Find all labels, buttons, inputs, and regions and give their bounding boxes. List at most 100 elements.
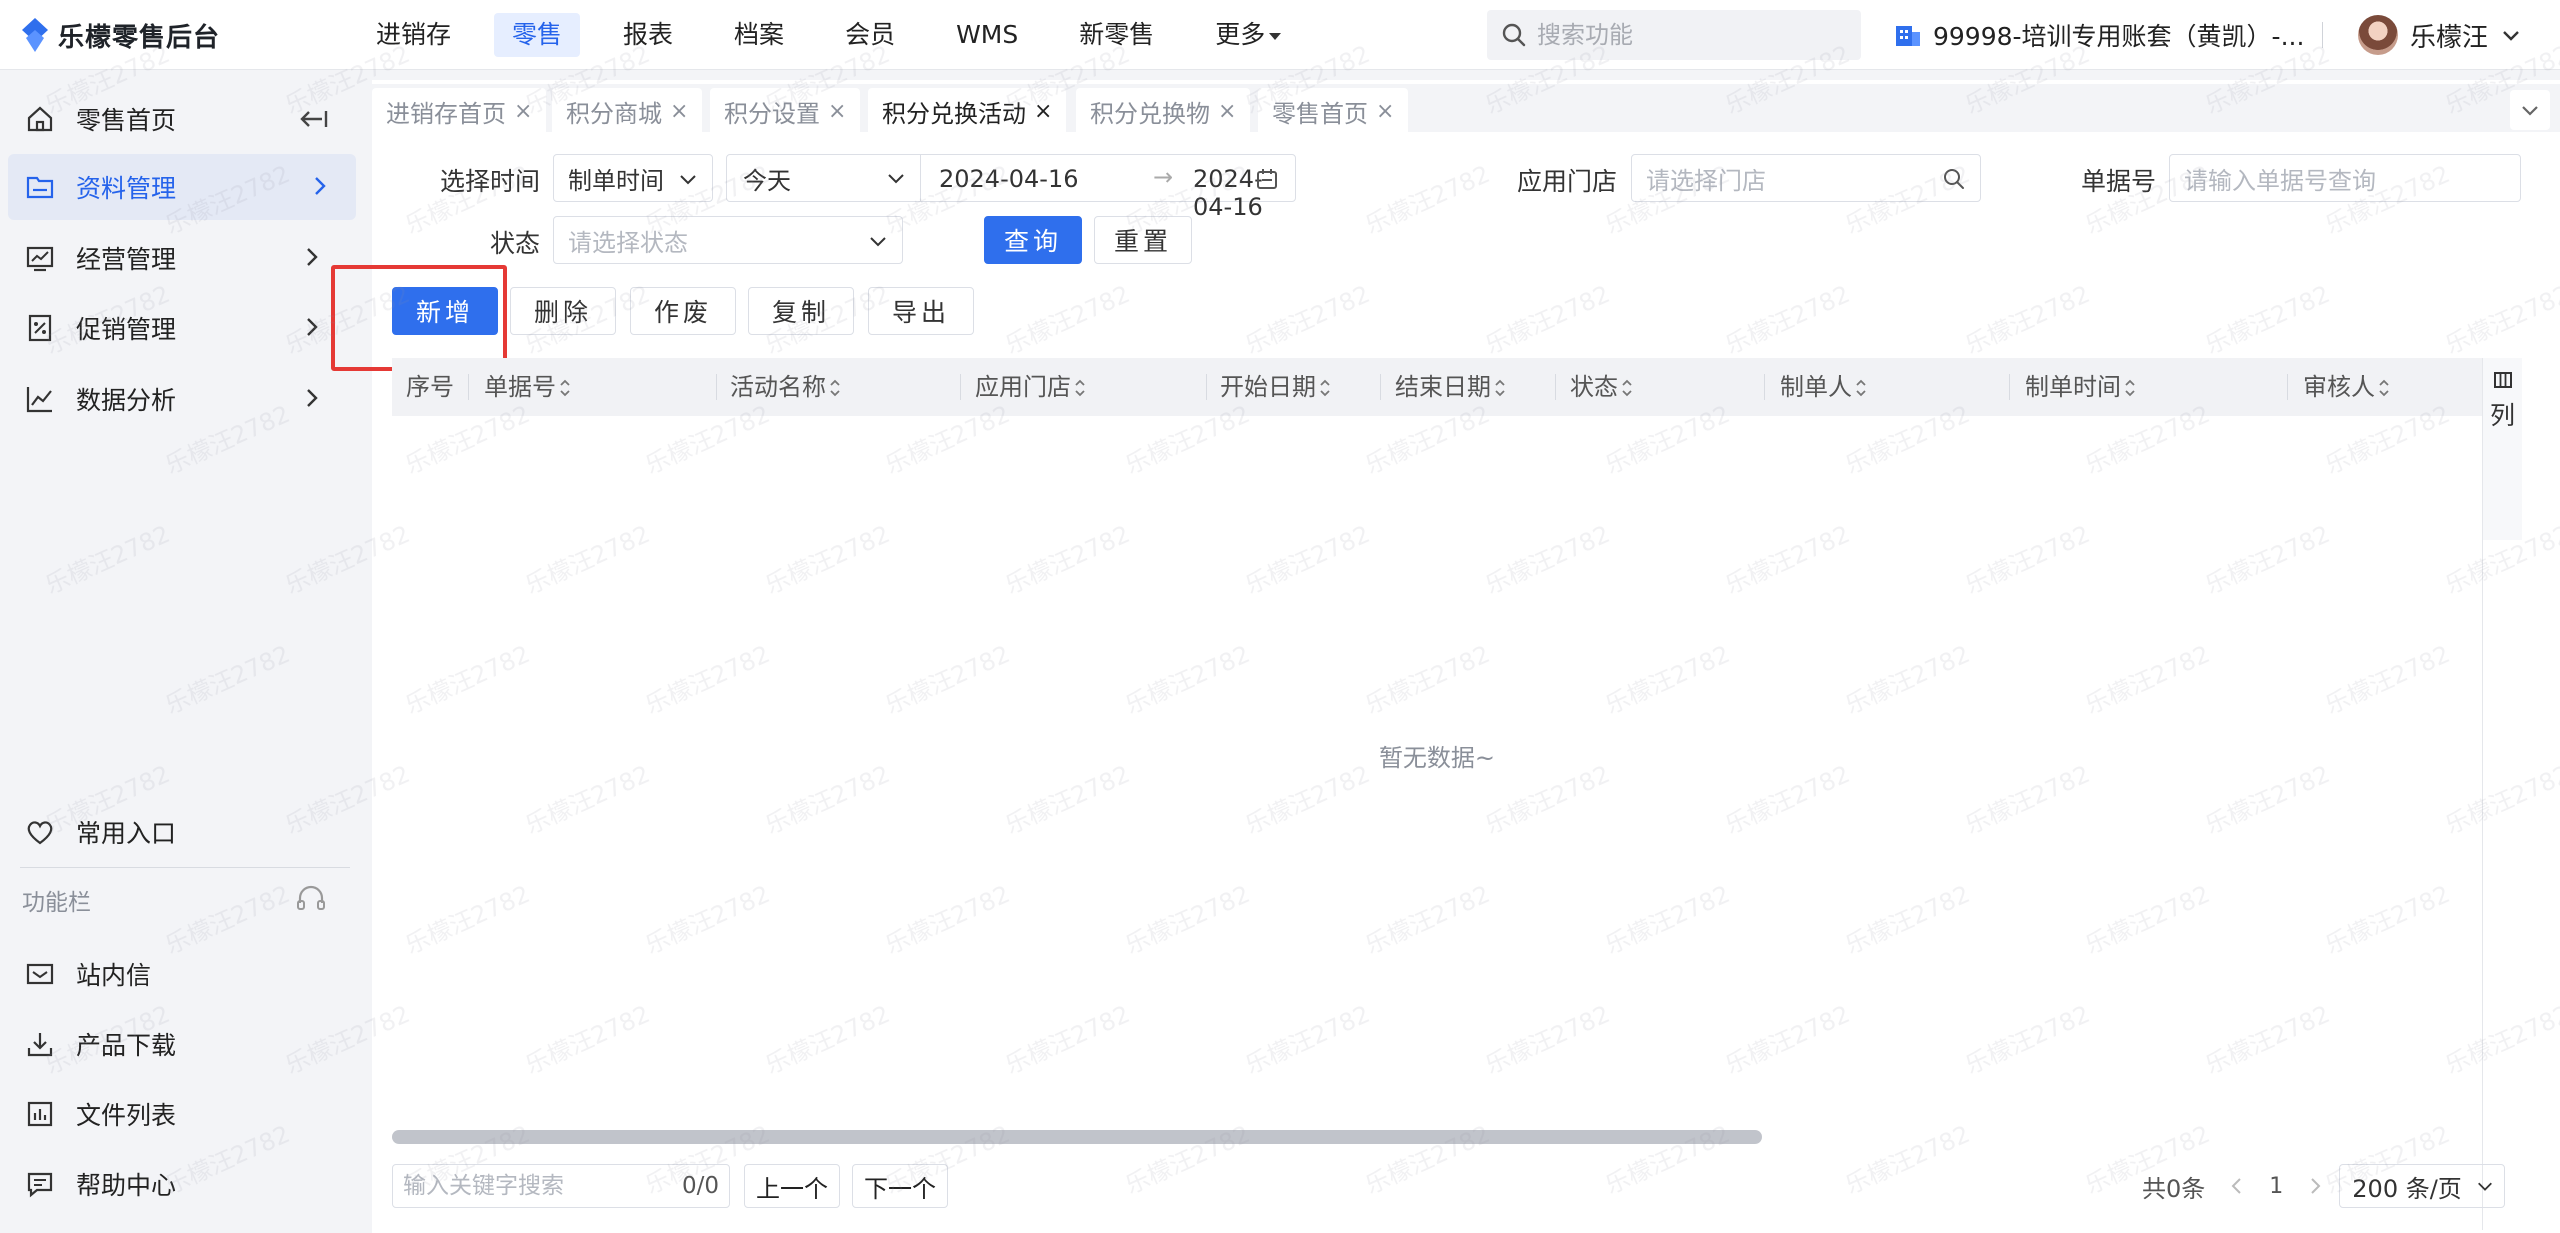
date-end[interactable]: 2024-04-16 <box>1193 165 1295 221</box>
copy-button[interactable]: 复制 <box>748 287 854 335</box>
nav-inventory[interactable]: 进销存 <box>358 13 469 57</box>
sidebar-item-data-analysis[interactable]: 数据分析 <box>0 366 348 432</box>
sidebar-item-business-management[interactable]: 经营管理 <box>0 225 348 291</box>
main-content: 进销存首页 × 积分商城 × 积分设置 × 积分兑换活动 × 积分兑换物 × 零售首页 × … <box>331 80 2560 1233</box>
page-size-select[interactable]: 200 条/页 <box>2339 1164 2506 1208</box>
tab-inventory-home[interactable]: 进销存首页 × <box>372 88 547 134</box>
sidebar-tool-downloads[interactable]: 产品下载 <box>0 1011 348 1077</box>
tab-points-exchange-items[interactable]: 积分兑换物 × <box>1076 88 1251 134</box>
table-right-border <box>2482 540 2483 1230</box>
sort-icon <box>2125 379 2135 397</box>
function-search[interactable] <box>1487 10 1861 60</box>
sidebar-tool-label: 站内信 <box>76 961 152 990</box>
date-start[interactable]: 2024-04-16 <box>939 165 1078 193</box>
reset-button[interactable]: 重置 <box>1094 216 1192 264</box>
headset-icon[interactable] <box>294 883 328 917</box>
nav-archives[interactable]: 档案 <box>716 13 802 57</box>
column-settings-button[interactable]: 列 <box>2482 358 2522 540</box>
date-range-picker[interactable]: 今天 2024-04-16 → 2024-04-16 <box>726 154 1296 221</box>
nav-new-retail[interactable]: 新零售 <box>1061 13 1172 57</box>
close-icon[interactable]: × <box>514 99 532 124</box>
prev-match-button[interactable]: 上一个 <box>744 1164 840 1208</box>
sidebar-item-label: 经营管理 <box>76 245 177 274</box>
nav-members[interactable]: 会员 <box>827 13 913 57</box>
column-label: 制单时间 <box>2025 373 2121 401</box>
column-separator <box>960 374 961 400</box>
sidebar-item-retail-home[interactable]: 零售首页 <box>0 86 348 152</box>
scrollbar-thumb[interactable] <box>392 1130 1762 1144</box>
sidebar-item-label: 促销管理 <box>76 315 177 344</box>
nav-more[interactable]: 更多 <box>1197 13 1299 57</box>
column-header-store[interactable]: 应用门店 <box>975 358 1087 416</box>
nav-wms[interactable]: WMS <box>938 13 1036 57</box>
column-header-creator[interactable]: 制单人 <box>1780 358 1868 416</box>
add-button[interactable]: 新增 <box>392 287 498 335</box>
column-separator <box>1380 374 1381 400</box>
sidebar-item-data-management[interactable]: 资料管理 <box>8 154 356 220</box>
delete-button[interactable]: 删除 <box>510 287 616 335</box>
close-icon[interactable]: × <box>1376 99 1394 124</box>
store-select[interactable]: 请选择门店 <box>1631 154 1981 202</box>
bill-number-input[interactable]: 请输入单据号查询 <box>2169 154 2521 202</box>
column-header-activity-name[interactable]: 活动名称 <box>730 358 842 416</box>
time-range-select[interactable]: 今天 <box>727 155 921 201</box>
promo-tag-icon <box>24 312 56 344</box>
download-icon <box>24 1028 56 1060</box>
time-type-value: 制单时间 <box>568 166 664 195</box>
sidebar-tool-files[interactable]: 文件列表 <box>0 1081 348 1147</box>
status-select[interactable]: 请选择状态 <box>553 216 903 264</box>
search-input[interactable] <box>1537 21 1837 49</box>
home-icon <box>24 103 56 135</box>
tab-retail-home[interactable]: 零售首页 × <box>1258 88 1409 134</box>
chevron-left-icon[interactable] <box>2227 1176 2247 1196</box>
line-chart-icon <box>24 383 56 415</box>
next-match-button[interactable]: 下一个 <box>852 1164 948 1208</box>
tab-label: 零售首页 <box>1272 99 1368 128</box>
current-page[interactable]: 1 <box>2269 1174 2283 1199</box>
column-header-reviewer[interactable]: 审核人 <box>2303 358 2391 416</box>
sidebar-tool-messages[interactable]: 站内信 <box>0 941 348 1007</box>
export-button[interactable]: 导出 <box>868 287 974 335</box>
column-header-status[interactable]: 状态 <box>1570 358 1634 416</box>
column-label: 结束日期 <box>1395 373 1491 401</box>
range-arrow-icon: → <box>1153 163 1174 191</box>
nav-retail[interactable]: 零售 <box>494 13 581 57</box>
close-icon[interactable]: × <box>1218 99 1236 124</box>
favorites-entry[interactable]: 常用入口 <box>0 799 348 865</box>
query-button[interactable]: 查询 <box>984 216 1082 264</box>
sidebar-item-promotion-management[interactable]: 促销管理 <box>0 295 348 361</box>
column-header-end-date[interactable]: 结束日期 <box>1395 358 1507 416</box>
close-icon[interactable]: × <box>1034 99 1052 124</box>
app-logo[interactable]: 乐檬零售后台 <box>22 14 220 56</box>
time-type-select[interactable]: 制单时间 <box>553 154 713 202</box>
chevron-right-icon <box>307 389 318 407</box>
tabs-dropdown[interactable] <box>2510 90 2550 130</box>
close-icon[interactable]: × <box>828 99 846 124</box>
close-icon[interactable]: × <box>670 99 688 124</box>
status-filter-label: 状态 <box>490 229 541 258</box>
sort-icon <box>1320 379 1330 397</box>
keyword-search[interactable]: 0/0 <box>392 1164 730 1208</box>
sidebar-tool-label: 帮助中心 <box>76 1171 177 1200</box>
top-bar: 乐檬零售后台 进销存 零售 报表 档案 会员 WMS 新零售 更多 99998-… <box>0 0 2560 70</box>
tab-points-settings[interactable]: 积分设置 × <box>710 88 861 134</box>
tab-label: 积分设置 <box>724 99 820 128</box>
column-header-bill-number[interactable]: 单据号 <box>484 358 572 416</box>
sidebar-tool-help[interactable]: 帮助中心 <box>0 1151 348 1217</box>
void-button[interactable]: 作废 <box>630 287 736 335</box>
bill-number-label: 单据号 <box>2081 167 2157 196</box>
nav-reports[interactable]: 报表 <box>605 13 691 57</box>
column-header-start-date[interactable]: 开始日期 <box>1220 358 1332 416</box>
favorites-label: 常用入口 <box>76 819 177 848</box>
tab-points-exchange-activity[interactable]: 积分兑换活动 × <box>868 88 1067 134</box>
chevron-right-icon[interactable] <box>2305 1176 2325 1196</box>
search-icon <box>1944 169 1964 189</box>
column-header-created-time[interactable]: 制单时间 <box>2025 358 2137 416</box>
user-menu[interactable]: 乐檬汪 <box>2358 10 2522 60</box>
tab-points-mall[interactable]: 积分商城 × <box>552 88 703 134</box>
nav-more-label: 更多 <box>1215 20 1266 49</box>
keyword-search-input[interactable] <box>403 1173 663 1199</box>
user-name: 乐檬汪 <box>2410 22 2489 53</box>
time-range-value: 今天 <box>743 166 791 195</box>
account-switcher[interactable]: 99998-培训专用账套（黄凯）-... <box>1893 10 2304 60</box>
